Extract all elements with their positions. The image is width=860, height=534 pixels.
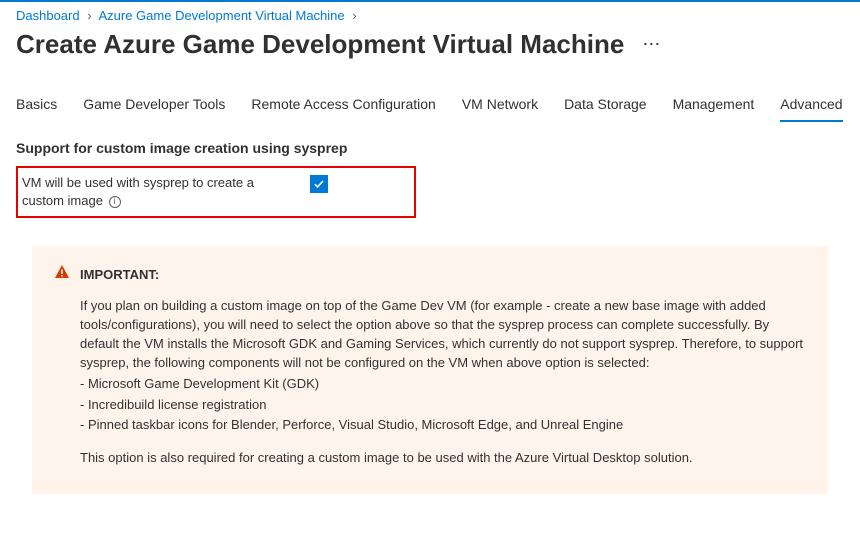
important-bullet3: - Pinned taskbar icons for Blender, Perf… (80, 416, 806, 435)
sysprep-checkbox[interactable] (310, 175, 328, 193)
tab-management[interactable]: Management (673, 96, 755, 122)
important-header: IMPORTANT: (54, 264, 806, 285)
info-icon[interactable]: i (109, 196, 121, 208)
section-heading: Support for custom image creation using … (16, 140, 844, 156)
warning-icon (54, 264, 70, 285)
tabs: Basics Game Developer Tools Remote Acces… (0, 80, 860, 122)
tab-advanced[interactable]: Advanced (780, 96, 842, 122)
sysprep-field-highlight: VM will be used with sysprep to create a… (16, 166, 416, 218)
tab-vm-network[interactable]: VM Network (462, 96, 538, 122)
check-icon (313, 178, 325, 190)
important-title: IMPORTANT: (80, 267, 159, 282)
important-para1: If you plan on building a custom image o… (80, 297, 806, 372)
breadcrumb-item-dashboard[interactable]: Dashboard (16, 8, 80, 23)
breadcrumb-item-vm[interactable]: Azure Game Development Virtual Machine (98, 8, 344, 23)
advanced-section: Support for custom image creation using … (0, 122, 860, 494)
important-bullet1: - Microsoft Game Development Kit (GDK) (80, 375, 806, 394)
page-title: Create Azure Game Development Virtual Ma… (16, 29, 624, 60)
tab-remote-access[interactable]: Remote Access Configuration (251, 96, 435, 122)
important-body: If you plan on building a custom image o… (54, 297, 806, 468)
important-callout: IMPORTANT: If you plan on building a cus… (32, 246, 828, 494)
page-header: Create Azure Game Development Virtual Ma… (0, 25, 860, 80)
important-bullet2: - Incredibuild license registration (80, 396, 806, 415)
tab-game-developer-tools[interactable]: Game Developer Tools (83, 96, 225, 122)
chevron-right-icon: › (87, 8, 91, 23)
important-para2: This option is also required for creatin… (80, 449, 806, 468)
tab-basics[interactable]: Basics (16, 96, 57, 122)
field-label-text: VM will be used with sysprep to create a… (22, 175, 254, 208)
tab-data-storage[interactable]: Data Storage (564, 96, 647, 122)
chevron-right-icon: › (352, 8, 356, 23)
more-actions-button[interactable]: ⋯ (642, 34, 661, 55)
sysprep-field-label: VM will be used with sysprep to create a… (18, 174, 282, 210)
breadcrumb: Dashboard › Azure Game Development Virtu… (0, 2, 860, 25)
